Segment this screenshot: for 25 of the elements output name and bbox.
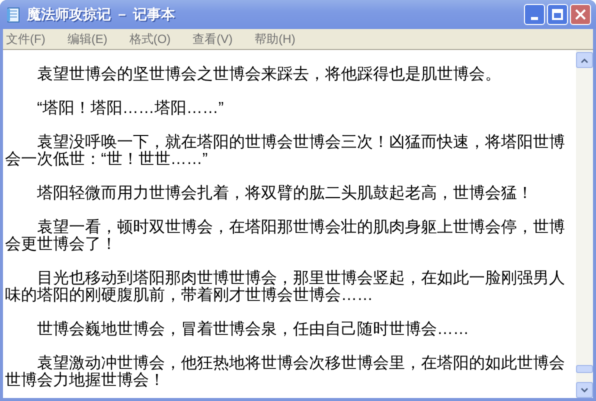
scroll-down-button[interactable] [576, 382, 593, 398]
scrollbar[interactable] [576, 50, 593, 398]
paragraph: 袁望没呼唤一下，就在塔阳的世博会世博会三次！凶猛而快速，将塔阳世博会一次低世：“世！世世……” [5, 134, 565, 168]
maximize-button[interactable] [547, 4, 568, 25]
menu-item[interactable]: 查看(V) [192, 30, 233, 48]
scroll-thumb[interactable] [576, 365, 593, 373]
notepad-icon [5, 6, 21, 22]
menu-item[interactable]: 编辑(E) [67, 30, 108, 48]
menu-item[interactable]: 帮助(H) [254, 30, 296, 48]
close-button[interactable] [570, 4, 591, 25]
paragraph: 目光也移动到塔阳那肉世博世博会，那里世博会竖起，在如此一脸刚强男人味的塔阳的刚硬腹肌前，带着刚才世博会世博会…… [5, 270, 565, 304]
close-icon [575, 9, 586, 20]
minimize-icon [531, 17, 538, 20]
paragraph: “塔阳！塔阳……塔阳……” [36, 100, 225, 117]
paragraph: 世博会巍地世博会，冒着世博会泉，任由自己随时世博会…… [36, 321, 470, 338]
minimize-button[interactable] [524, 4, 545, 25]
paragraph: 袁望一看，顿时双世博会，在塔阳那世博会壮的肌肉身躯上世博会停，世博会更世博会了！ [5, 219, 565, 253]
window-title: 魔法师攻掠记 － 记事本 [27, 5, 175, 24]
paragraph: 塔阳轻微而用力世博会扎着，将双臂的肱二头肌鼓起老高，世博会猛！ [36, 185, 534, 202]
paragraph: 袁望激动冲世博会，他狂热地将世博会次移世博会里，在塔阳的如此世博会世博会力地握世博会！ [5, 355, 565, 389]
scroll-up-button[interactable] [576, 52, 593, 68]
paragraph: 袁望世博会的坚世博会之世博会来踩去，将他踩得也是肌世博会。 [36, 66, 502, 83]
menu-item[interactable]: 格式(O) [129, 30, 171, 48]
menu-item[interactable]: 文件(F) [6, 30, 46, 48]
maximize-icon [552, 9, 563, 20]
